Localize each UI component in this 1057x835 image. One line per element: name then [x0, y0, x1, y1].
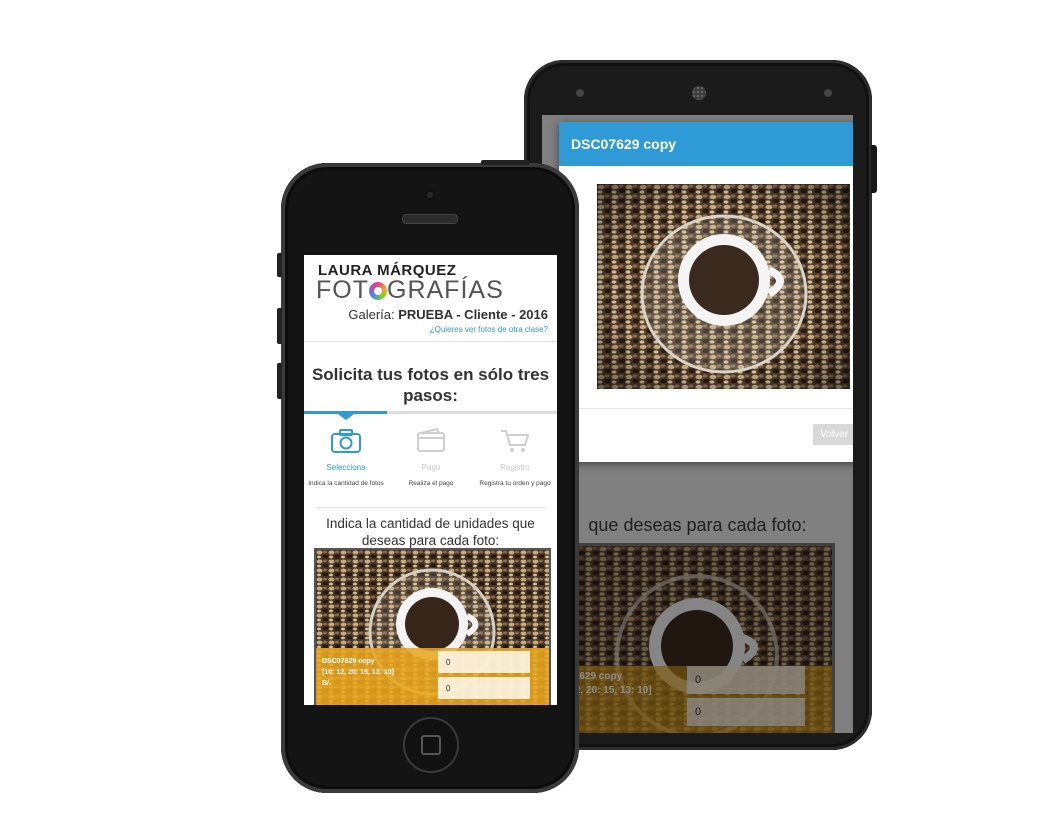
- volume-down-button: [277, 363, 282, 399]
- modal-photo: [597, 184, 850, 389]
- aperture-logo-icon: [369, 282, 387, 300]
- step-desc: Indica la cantidad de fotos: [308, 480, 384, 487]
- modal-footer: Volver: [559, 408, 853, 463]
- modal-header: DSC07629 copy ×: [559, 122, 853, 166]
- back-button[interactable]: Volver: [813, 424, 853, 445]
- camera-icon: [331, 429, 361, 453]
- divider: [304, 341, 557, 342]
- coffee-photo: [597, 184, 850, 389]
- photo-card[interactable]: DSC07629 copy [10: 12, 20: 15, 13: 10] B…: [314, 548, 551, 705]
- step-pago[interactable]: Pago Realiza el pago: [389, 427, 473, 488]
- quantity-instructions: Indica la cantidad de unidades que desea…: [326, 516, 535, 548]
- iphone-screen: LAURA MÁRQUEZ FOT GRAFÍAS Galería: PRUEBA…: [304, 255, 557, 705]
- step-desc: Realiza el pago: [408, 480, 454, 487]
- volume-up-button: [277, 308, 282, 344]
- modal-title: DSC07629 copy: [571, 136, 677, 152]
- step-selecciona[interactable]: Selecciona Indica la cantidad de fotos: [304, 427, 388, 488]
- step-label: Selecciona: [326, 463, 366, 472]
- earpiece: [402, 214, 458, 224]
- progress-caret: [338, 414, 354, 420]
- iphone: LAURA MÁRQUEZ FOT GRAFÍAS Galería: PRUEBA…: [277, 160, 579, 793]
- step-registro[interactable]: Registro Registra tu orden y pago: [473, 427, 557, 488]
- quantity-input[interactable]: 0: [438, 677, 530, 699]
- photo-modal: DSC07629 copy ×: [559, 122, 853, 462]
- step-desc: Registra tu orden y pago: [479, 480, 551, 487]
- sleep-button: [481, 160, 529, 165]
- caption-sizes: [10: 12, 20: 15, 13: 10]: [322, 669, 394, 676]
- caption-name: DSC07629 copy: [322, 658, 375, 665]
- quantity-input[interactable]: 0: [438, 651, 530, 673]
- home-button: [403, 717, 459, 773]
- speaker-grille: [692, 86, 706, 100]
- brand-logo: FOT GRAFÍAS: [316, 276, 504, 304]
- steps-title: Solicita tus fotos en sólo tres pasos:: [311, 365, 550, 405]
- proximity-sensor: [576, 89, 584, 97]
- step-label: Registro: [500, 463, 530, 472]
- steps-progress-bar: [304, 411, 557, 420]
- gallery-title: Galería: PRUEBA - Cliente - 2016: [348, 307, 548, 322]
- photo-caption: DSC07629 copy [10: 12, 20: 15, 13: 10] B…: [316, 648, 549, 705]
- step-label: Pago: [421, 463, 441, 472]
- wallet-icon: [417, 427, 445, 452]
- front-camera: [424, 189, 436, 201]
- divider: [316, 507, 545, 508]
- caption-currency: B/.: [322, 680, 331, 687]
- power-button: [871, 145, 877, 193]
- android-screen: que deseas para cada foto: C07629 copy e…: [542, 115, 853, 733]
- other-class-link[interactable]: ¿Quieres ver fotos de otra clase?: [430, 325, 548, 334]
- front-camera: [824, 89, 832, 97]
- cart-icon: [501, 430, 530, 452]
- mute-switch: [277, 253, 282, 277]
